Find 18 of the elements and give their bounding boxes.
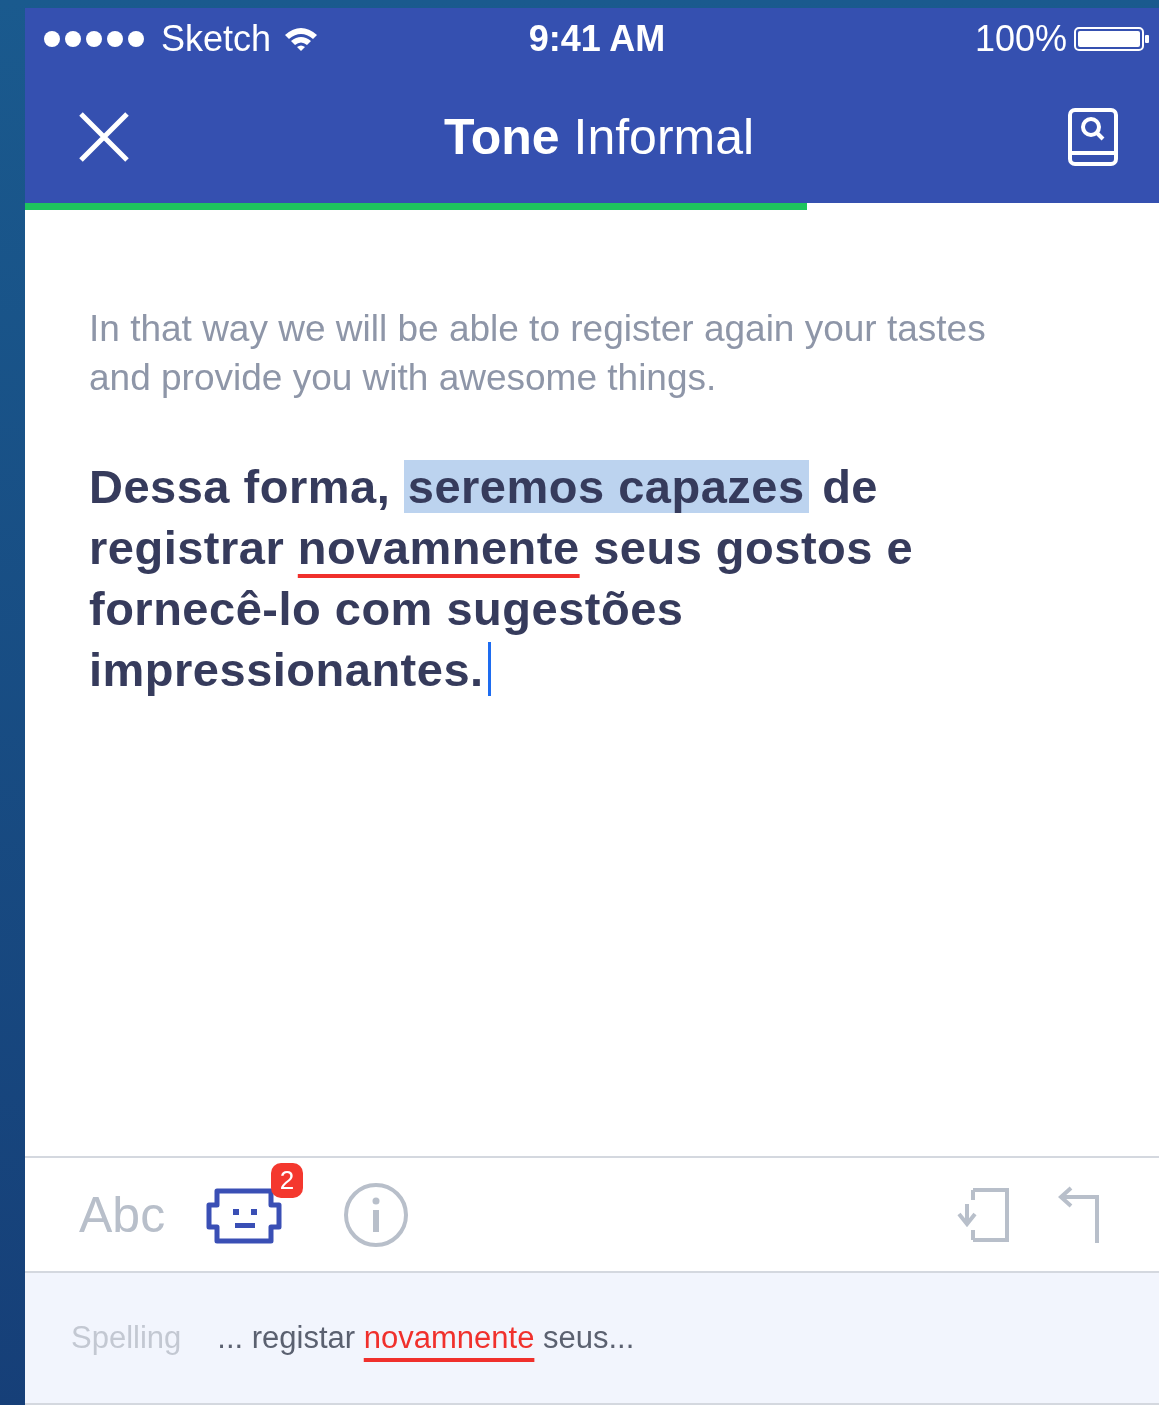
battery-percent: 100% xyxy=(974,18,1067,60)
carrier-name: Sketch xyxy=(161,18,272,60)
suggestion-context[interactable]: ... registar novamnente seus... xyxy=(217,1320,635,1356)
translation-text[interactable]: Dessa forma, seremos capazes de registrar novamnente seus gostos e fornecê-lo com sugestões impressionantes. xyxy=(89,456,1049,700)
info-icon xyxy=(343,1181,410,1248)
close-icon xyxy=(77,109,131,164)
text-cursor xyxy=(487,642,491,696)
status-time: 9:41 AM xyxy=(528,18,666,60)
notification-badge: 2 xyxy=(270,1162,304,1198)
robot-tab[interactable]: 2 xyxy=(205,1162,304,1247)
close-button[interactable] xyxy=(77,109,131,164)
wifi-icon xyxy=(283,25,320,53)
screen-title: Tone Informal xyxy=(443,107,755,166)
battery-icon xyxy=(1073,25,1151,53)
book-search-icon xyxy=(1067,106,1119,167)
info-tab[interactable] xyxy=(343,1181,410,1248)
dictionary-button[interactable] xyxy=(1067,106,1119,167)
source-text: In that way we will be able to register again your tastes and provide you with awesome things. xyxy=(89,307,987,400)
